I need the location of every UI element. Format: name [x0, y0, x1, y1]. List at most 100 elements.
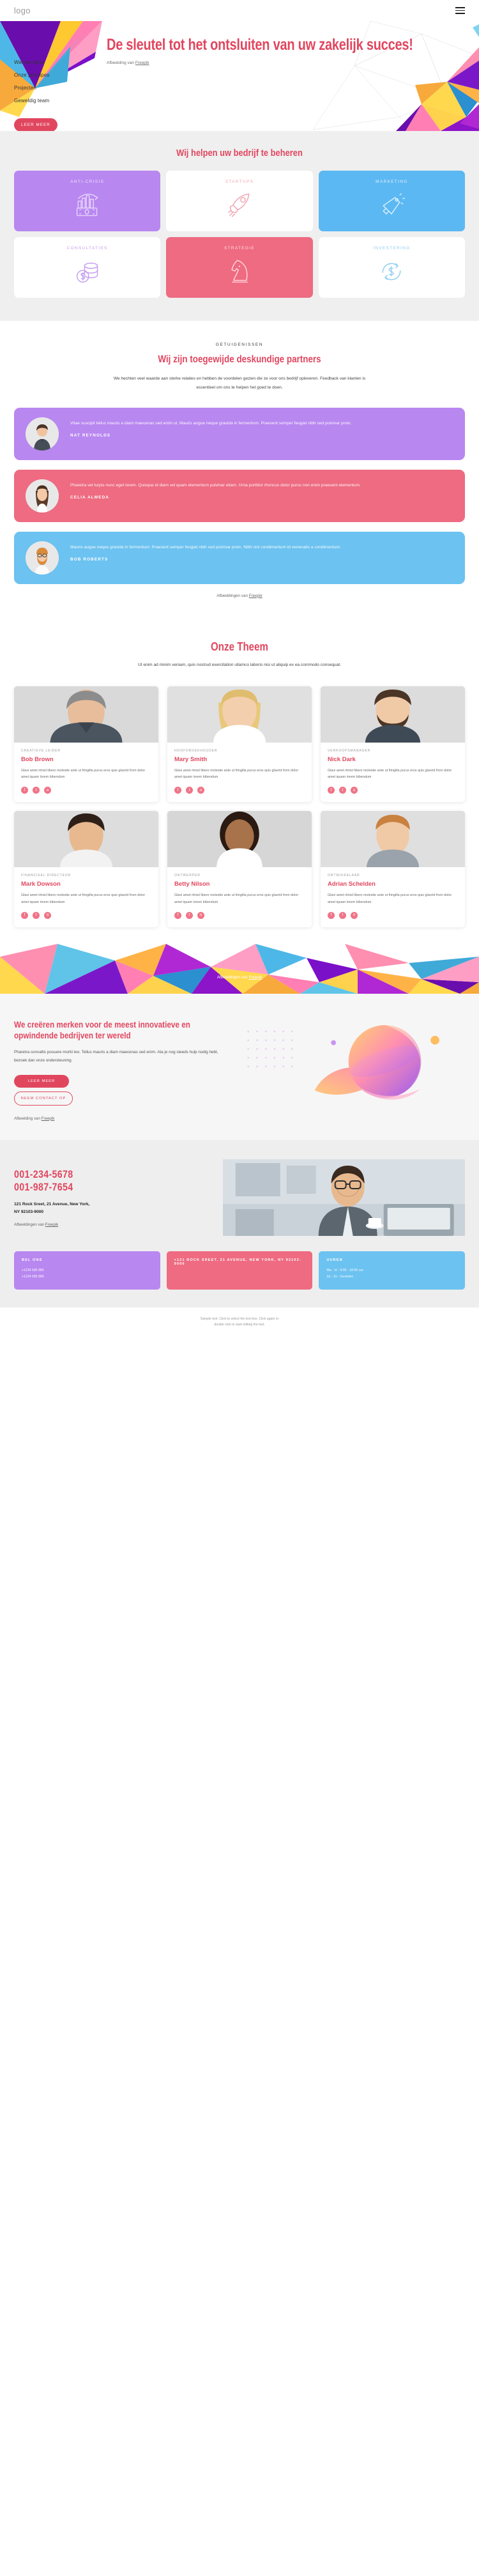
footer-line-2: double click to start editing the text.: [214, 1323, 265, 1327]
services-section: Wij helpen uw bedrijf te beheren ANTI-CR…: [0, 131, 479, 321]
facebook-icon[interactable]: f: [328, 787, 335, 794]
instagram-icon[interactable]: o: [351, 787, 358, 794]
team-member-card[interactable]: HOOFDBOEKHOUDER Mary Smith Glavi amet ri…: [167, 686, 312, 803]
hero-copy: De sleutel tot het ontsluiten van uw zak…: [81, 21, 465, 131]
service-label: MARKETING: [376, 180, 408, 184]
site-header: logo: [0, 0, 479, 21]
logo[interactable]: logo: [14, 6, 31, 15]
twitter-icon[interactable]: t: [186, 787, 193, 794]
member-name: Mark Dowson: [21, 881, 61, 888]
hero-section: Wat we doen Onze principes Projecten Gew…: [0, 21, 479, 131]
brands-illustration: [240, 1015, 465, 1111]
team-member-card[interactable]: CREATIEVE LEIDER Bob Brown Glavi amet ri…: [14, 686, 158, 803]
member-description: Glavi amet ritnisl libero molestie ante …: [328, 768, 452, 780]
team-credit-link[interactable]: Freepik: [248, 975, 262, 980]
instagram-icon[interactable]: o: [197, 787, 204, 794]
avatar: [26, 541, 59, 575]
brands-secondary-button[interactable]: NEEM CONTACT OP: [14, 1091, 73, 1106]
testimonials-credit-prefix: Afbeeldingen van: [217, 593, 249, 598]
brands-section: We creëren merken voor de meest innovati…: [0, 993, 479, 1140]
service-card-consultaties[interactable]: CONSULTATIES: [14, 237, 161, 298]
contact-card-heading: +121 ROCK SREET, 21 AVENUE, NEW YORK, NY…: [174, 1258, 301, 1266]
contact-address-line-1: 121 Rock Sreet, 21 Avenue, New York,: [14, 1201, 90, 1207]
money-chart-icon: [76, 194, 98, 217]
team-subtitle: Ut enim ad minim veniam, quis nostrud ex…: [137, 662, 342, 667]
member-description: Glavi amet ritnisl libero molestie ante …: [174, 893, 299, 904]
contact-card-line: Ma - Vr : 9:00 - 18:00 uur: [326, 1268, 364, 1272]
contact-phone-primary[interactable]: 001-234-5678: [14, 1168, 185, 1181]
team-credit-prefix: Afbeeldingen van: [217, 975, 249, 980]
site-footer: Sample text. Click to select the text bo…: [0, 1307, 479, 1340]
instagram-icon[interactable]: o: [197, 911, 204, 919]
hero-cta-button[interactable]: LEER MEER: [14, 118, 57, 131]
facebook-icon[interactable]: f: [174, 787, 181, 794]
service-label: STRATEGIE: [224, 246, 255, 251]
team-member-card[interactable]: ONTWIKKELAAR Adrian Schelden Glavi amet …: [321, 811, 465, 927]
hero-nav-item-0[interactable]: Wat we doen: [14, 59, 81, 65]
facebook-icon[interactable]: f: [328, 911, 335, 919]
testimonial-quote: Pharetra vel turpis nunc eget lorem. Qui…: [70, 482, 361, 488]
member-description: Glavi amet ritnisl libero molestie ante …: [328, 893, 452, 904]
coins-dollar-icon: [76, 263, 98, 283]
contact-card-call[interactable]: BEL ONS +1234 585 885 +1234 585 886: [14, 1251, 160, 1290]
member-role: VERKOOPSMANAGER: [328, 748, 371, 753]
service-card-investering[interactable]: INVESTERING: [318, 237, 465, 298]
twitter-icon[interactable]: t: [33, 911, 40, 919]
contact-photo: [222, 1159, 465, 1236]
member-name: Adrian Schelden: [328, 881, 376, 888]
landing-page: logo Wat we doen Onze principes Projecte…: [0, 0, 479, 1340]
service-label: ANTI-CRISIS: [70, 180, 105, 184]
twitter-icon[interactable]: t: [339, 787, 346, 794]
facebook-icon[interactable]: f: [21, 911, 28, 919]
instagram-icon[interactable]: o: [44, 787, 51, 794]
twitter-icon[interactable]: t: [33, 787, 40, 794]
testimonial-quote: Vitae suscipit tellus mauris a diam maec…: [70, 420, 352, 426]
hero-nav-item-1[interactable]: Onze principes: [14, 72, 81, 78]
member-name: Mary Smith: [174, 755, 208, 763]
brands-title: We creëren merken voor de meest innovati…: [14, 1019, 190, 1041]
member-role: CREATIEVE LEIDER: [21, 748, 61, 753]
member-socials: f t o: [21, 787, 151, 794]
brands-credit-link[interactable]: Freepik: [42, 1116, 55, 1121]
member-photo: [167, 686, 312, 743]
testimonials-image-credit: Afbeeldingen van Freepik: [14, 594, 465, 598]
twitter-icon[interactable]: t: [339, 911, 346, 919]
service-card-marketing[interactable]: MARKETING: [318, 171, 465, 231]
brands-copy: We creëren merken voor de meest innovati…: [14, 1015, 231, 1121]
member-photo: [321, 686, 465, 743]
contact-card-hours[interactable]: UUREN Ma - Vr : 9:00 - 18:00 uur Za - Zo…: [319, 1251, 465, 1290]
contact-card-address[interactable]: +121 ROCK SREET, 21 AVENUE, NEW YORK, NY…: [166, 1251, 313, 1290]
service-card-anti-crisis[interactable]: ANTI-CRISIS: [14, 171, 161, 231]
facebook-icon[interactable]: f: [21, 787, 28, 794]
team-polygon-decoration: Afbeeldingen van Freepik: [0, 943, 479, 994]
twitter-icon[interactable]: t: [186, 911, 193, 919]
service-card-startups[interactable]: STARTUPS: [166, 171, 313, 231]
testimonials-credit-link[interactable]: Freepik: [249, 594, 262, 598]
team-member-card[interactable]: VERKOOPSMANAGER Nick Dark Glavi amet rit…: [321, 686, 465, 803]
instagram-icon[interactable]: o: [351, 911, 358, 919]
member-role: ONTWERPER: [174, 874, 201, 878]
instagram-icon[interactable]: o: [44, 911, 51, 919]
team-section: Onze Theem Ut enim ad minim veniam, quis…: [0, 613, 479, 994]
team-member-card[interactable]: FINANCIEEL DIRECTEUR Mark Dowson Glavi a…: [14, 811, 158, 927]
service-card-strategie[interactable]: STRATEGIE: [166, 237, 313, 298]
testimonial-card: Mauris augue neque gravida in fermentum.…: [14, 531, 465, 584]
hamburger-menu-icon[interactable]: [455, 7, 465, 14]
member-role: ONTWIKKELAAR: [328, 874, 360, 878]
team-member-card[interactable]: ONTWERPER Betty Nilson Glavi amet ritnis…: [167, 811, 312, 927]
facebook-icon[interactable]: f: [174, 911, 181, 919]
member-name: Nick Dark: [328, 755, 356, 763]
hero-nav-item-2[interactable]: Projecten: [14, 85, 81, 91]
contact-card-line: +1234 585 885: [22, 1268, 44, 1272]
hero-image-credit: Afbeelding van Freepik: [107, 61, 465, 65]
hero-credit-link[interactable]: Freepik: [135, 61, 149, 65]
contact-credit-link[interactable]: Freepik: [45, 1222, 58, 1227]
hero-nav-item-3[interactable]: Geweldig team: [14, 98, 81, 104]
team-image-credit: Afbeeldingen van Freepik: [0, 975, 479, 980]
contact-phone-secondary[interactable]: 001-987-7654: [14, 1181, 185, 1194]
brands-primary-button[interactable]: LEER MEER: [14, 1074, 69, 1088]
member-name: Betty Nilson: [174, 881, 210, 888]
contact-address-line-2: NY 92103-9000: [14, 1209, 44, 1214]
contact-image-credit: Afbeeldingen van Freepik: [14, 1222, 213, 1227]
contact-card-heading: BEL ONS: [22, 1258, 43, 1262]
